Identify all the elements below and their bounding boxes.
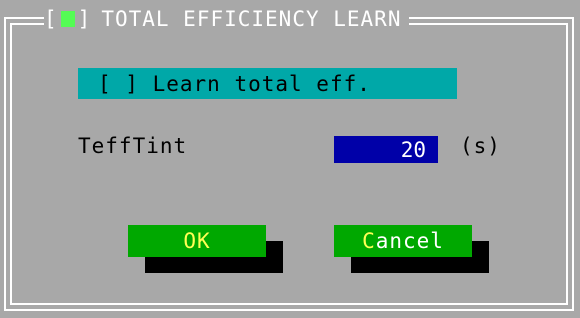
ok-button-label: OK <box>183 229 211 253</box>
ok-button[interactable]: OK <box>128 225 266 257</box>
close-box-right-bracket: ] <box>77 7 92 31</box>
cancel-button[interactable]: Cancel <box>334 225 472 257</box>
checkbox-label: Learn total eff. <box>152 71 371 96</box>
teff-tint-label: TeffTint <box>78 134 188 158</box>
total-efficiency-learn-dialog: [ ] TOTAL EFFICIENCY LEARN [ ] Learn tot… <box>0 0 580 318</box>
close-box-left-bracket: [ <box>44 7 58 31</box>
dialog-title: TOTAL EFFICIENCY LEARN <box>101 7 402 31</box>
close-box[interactable]: [ ] <box>44 7 91 31</box>
dialog-titlebar: [ ] TOTAL EFFICIENCY LEARN <box>44 5 410 33</box>
teff-tint-input[interactable] <box>334 136 438 163</box>
close-icon[interactable] <box>60 11 75 27</box>
learn-total-eff-checkbox[interactable]: [ ] Learn total eff. <box>78 68 457 99</box>
checkbox-spacer <box>139 72 153 96</box>
checkbox-box: [ ] <box>98 71 139 96</box>
cancel-button-hotkey: C <box>362 229 376 253</box>
cancel-button-label: ancel <box>375 229 444 253</box>
teff-tint-unit: (s) <box>460 134 501 158</box>
